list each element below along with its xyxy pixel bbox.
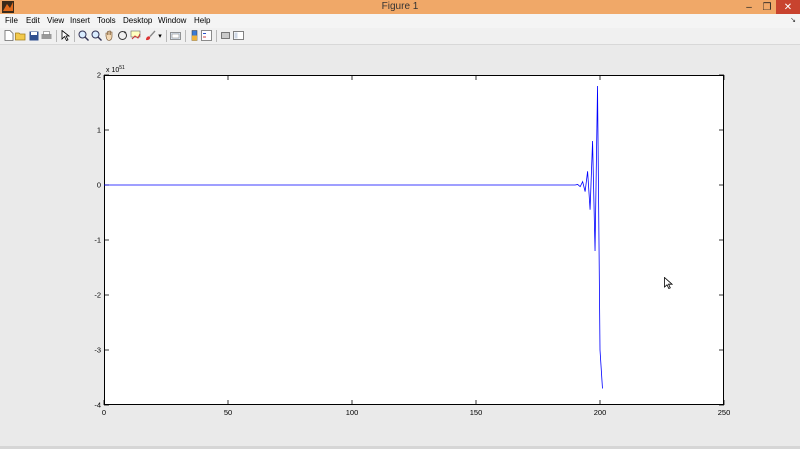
x-tick-label: 200 — [594, 408, 607, 417]
x-tick-label: 100 — [346, 408, 359, 417]
restore-icon: ❐ — [762, 1, 772, 13]
x-tick-label: 250 — [718, 408, 731, 417]
x-tick-label: 150 — [470, 408, 483, 417]
menu-bar: File Edit View Insert Tools Desktop Wind… — [0, 14, 800, 28]
y-tick-label: 1 — [97, 126, 101, 135]
menu-window[interactable]: Window — [158, 14, 186, 28]
y-tick-label: 0 — [97, 181, 101, 190]
menu-edit[interactable]: Edit — [26, 14, 40, 28]
zoom-in-icon[interactable] — [78, 30, 89, 41]
minimize-button[interactable]: – — [740, 0, 758, 14]
x-tick-label: 50 — [224, 408, 232, 417]
y-exponent-label: x 1051 — [106, 65, 125, 74]
menu-help[interactable]: Help — [194, 14, 210, 28]
show-plot-tools-icon[interactable] — [233, 30, 244, 41]
insert-colorbar-icon[interactable] — [189, 30, 200, 41]
insert-legend-icon[interactable] — [201, 30, 212, 41]
save-icon[interactable] — [28, 30, 39, 41]
link-plot-icon[interactable] — [170, 30, 181, 41]
open-file-icon[interactable] — [15, 30, 26, 41]
brush-dropdown-icon[interactable]: ▾ — [157, 30, 163, 41]
x-tick-label: 0 — [102, 408, 106, 417]
y-tick-label: 2 — [97, 71, 101, 80]
rotate-3d-icon[interactable] — [117, 30, 128, 41]
brush-icon[interactable] — [145, 30, 156, 41]
mouse-cursor-icon — [664, 277, 673, 289]
menu-view[interactable]: View — [47, 14, 64, 28]
data-cursor-icon[interactable] — [130, 30, 141, 41]
menu-tools[interactable]: Tools — [97, 14, 116, 28]
pan-icon[interactable] — [104, 30, 115, 41]
y-tick-label: -4 — [94, 401, 101, 410]
y-tick-label: -1 — [94, 236, 101, 245]
new-figure-icon[interactable] — [3, 30, 14, 41]
y-tick-label: -3 — [94, 346, 101, 355]
hide-plot-tools-icon[interactable] — [220, 30, 231, 41]
y-tick-label: -2 — [94, 291, 101, 300]
close-icon: ✕ — [783, 1, 793, 13]
edit-plot-icon[interactable] — [60, 30, 71, 41]
figure-toolbar: ▾ — [0, 28, 800, 45]
window-title: Figure 1 — [381, 1, 419, 12]
menu-overflow-icon[interactable]: ↘ — [790, 14, 796, 28]
menu-desktop[interactable]: Desktop — [123, 14, 152, 28]
close-button[interactable]: ✕ — [776, 0, 800, 14]
print-icon[interactable] — [41, 30, 52, 41]
plot-axes[interactable] — [104, 75, 724, 405]
menu-insert[interactable]: Insert — [70, 14, 90, 28]
restore-button[interactable]: ❐ — [758, 0, 776, 14]
minimize-icon: – — [746, 1, 752, 13]
title-bar[interactable]: Figure 1 – ❐ ✕ — [0, 0, 800, 14]
menu-file[interactable]: File — [5, 14, 18, 28]
zoom-out-icon[interactable] — [91, 30, 102, 41]
